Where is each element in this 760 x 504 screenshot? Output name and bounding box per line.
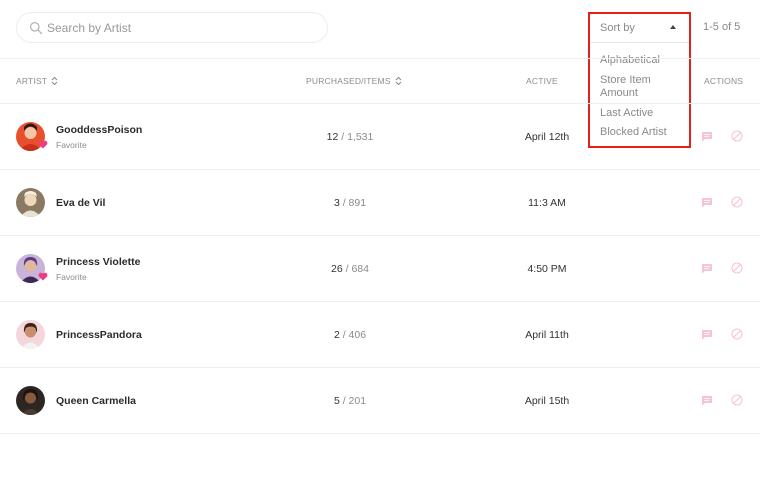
search-icon: [29, 21, 43, 35]
artist-name[interactable]: Princess Violette: [56, 256, 140, 268]
items-total: / 684: [345, 263, 369, 275]
favorite-label: Favorite: [56, 272, 87, 282]
last-active: April 11th: [525, 329, 569, 341]
column-purchased-label: PURCHASED/ITEMS: [306, 76, 391, 86]
heart-icon: [38, 140, 48, 149]
search-input[interactable]: [47, 18, 317, 38]
search-bar[interactable]: [16, 12, 328, 43]
artist-name[interactable]: GooddessPoison: [56, 124, 142, 136]
sort-dropdown[interactable]: Sort by: [591, 14, 689, 43]
caret-up-icon: [670, 25, 676, 29]
table-row[interactable]: Eva de Vil 3 / 891 11:3 AM: [0, 170, 760, 236]
table-row[interactable]: PrincessPandora 2 / 406 April 11th: [0, 302, 760, 368]
table-header: ARTIST PURCHASED/ITEMS ACTIVE ACTIONS: [0, 58, 760, 104]
purchased-count: 5 / 201: [300, 395, 400, 407]
avatar: [16, 386, 45, 415]
artist-name[interactable]: PrincessPandora: [56, 329, 142, 341]
column-actions: ACTIONS: [704, 76, 743, 86]
column-active-label: ACTIVE: [526, 76, 558, 86]
column-actions-label: ACTIONS: [704, 76, 744, 86]
last-active: April 12th: [524, 131, 570, 143]
table-row[interactable]: Princess Violette Favorite 26 / 684 4:50…: [0, 236, 760, 302]
purchased-count: 3 / 891: [300, 197, 400, 209]
last-active: April 15th: [524, 395, 570, 407]
message-icon[interactable]: [701, 263, 713, 274]
block-icon[interactable]: [731, 328, 743, 340]
column-artist-label: ARTIST: [16, 76, 48, 86]
purchased-value: 12: [326, 131, 339, 143]
purchased-value: 2: [333, 329, 340, 341]
block-icon[interactable]: [731, 394, 743, 406]
block-icon[interactable]: [731, 130, 743, 142]
message-icon[interactable]: [701, 329, 713, 340]
items-total: / 1,531: [341, 131, 374, 143]
artist-name[interactable]: Queen Carmella: [56, 395, 136, 407]
favorite-label: Favorite: [56, 140, 87, 150]
pagination-text: 1-5 of 5: [703, 21, 741, 33]
block-icon[interactable]: [731, 262, 743, 274]
items-total: / 201: [342, 395, 367, 407]
purchased-count: 2 / 406: [300, 329, 400, 341]
column-purchased[interactable]: PURCHASED/ITEMS: [306, 76, 402, 86]
purchased-count: 12 / 1,531: [300, 131, 400, 143]
items-total: / 891: [342, 197, 367, 209]
purchased-value: 5: [333, 395, 340, 407]
items-total: / 406: [342, 329, 367, 341]
avatar: [16, 188, 45, 217]
message-icon[interactable]: [701, 395, 713, 406]
purchased-count: 26 / 684: [300, 263, 400, 275]
sort-arrows-icon: [51, 76, 58, 86]
last-active: 4:50 PM: [527, 263, 567, 275]
last-active: 11:3 AM: [528, 197, 566, 209]
sort-arrows-icon: [395, 76, 402, 86]
block-icon[interactable]: [731, 196, 743, 208]
column-artist[interactable]: ARTIST: [16, 76, 58, 86]
heart-icon: [38, 272, 48, 281]
message-icon[interactable]: [701, 197, 713, 208]
column-active[interactable]: ACTIVE: [526, 76, 558, 86]
table-row[interactable]: GooddessPoison Favorite 12 / 1,531 April…: [0, 104, 760, 170]
message-icon[interactable]: [701, 131, 713, 142]
table-row[interactable]: Queen Carmella 5 / 201 April 15th: [0, 368, 760, 434]
purchased-value: 3: [333, 197, 340, 209]
sort-label: Sort by: [600, 22, 635, 34]
artist-name[interactable]: Eva de Vil: [56, 197, 105, 209]
purchased-value: 26: [331, 263, 343, 275]
avatar: [16, 320, 45, 349]
